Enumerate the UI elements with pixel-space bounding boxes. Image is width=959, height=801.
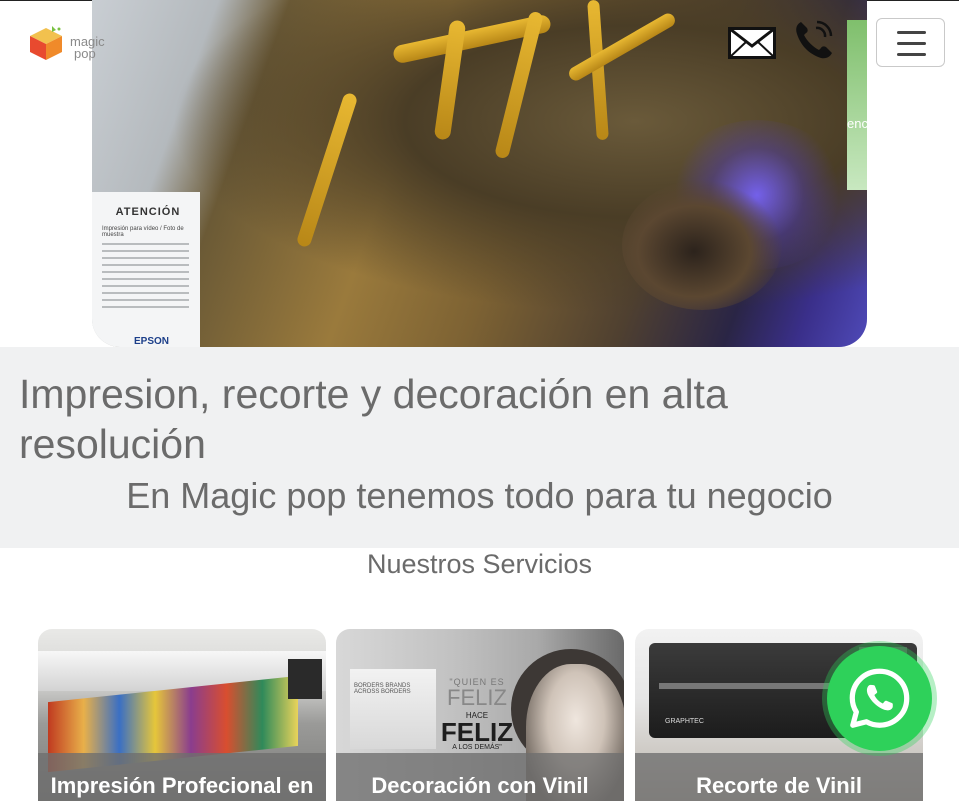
banner-text: BORDERS BRANDS ACROSS BORDERS bbox=[354, 683, 411, 695]
poster-line-4: FELIZ bbox=[440, 717, 514, 747]
cutter-brand-label: GRAPHTEC bbox=[665, 718, 704, 725]
logo-word-pop: pop bbox=[74, 46, 96, 61]
whatsapp-button[interactable] bbox=[827, 646, 932, 751]
hero-gold-drip bbox=[566, 10, 678, 84]
hamburger-menu-icon-bar bbox=[897, 53, 926, 56]
notice-title: ATENCIÓN bbox=[115, 206, 181, 218]
service-card-vinyl-decoration[interactable]: BORDERS BRANDS ACROSS BORDERS "QUIEN ES … bbox=[336, 629, 624, 801]
service-card-caption: Decoración con Vinil bbox=[336, 753, 624, 801]
page-heading: Impresion, recorte y decoración en alta … bbox=[19, 371, 728, 467]
site-logo[interactable]: magic pop bbox=[22, 18, 114, 68]
menu-toggle-button[interactable] bbox=[876, 18, 945, 67]
poster-line-2: FELIZ bbox=[447, 685, 507, 710]
monitor-image bbox=[288, 659, 322, 699]
phone-icon[interactable] bbox=[793, 18, 835, 60]
cube-logo-icon bbox=[30, 26, 62, 60]
poster-quote: "QUIEN ES FELIZ HACE FELIZ A LOS DEMÁS" bbox=[432, 677, 522, 751]
intro-band: Impresion, recorte y decoración en alta … bbox=[0, 347, 959, 548]
banner-image: BORDERS BRANDS ACROSS BORDERS bbox=[350, 669, 436, 749]
service-card-caption: Recorte de Vinil bbox=[635, 753, 923, 801]
service-card-printing[interactable]: Impresión Profecional en bbox=[38, 629, 326, 801]
hero-sign-text: encia bbox=[847, 116, 867, 131]
hamburger-menu-icon-bar bbox=[897, 42, 926, 45]
hero-background-sign bbox=[847, 20, 867, 190]
notice-brand: EPSON bbox=[134, 336, 170, 347]
notice-subtitle: Impresión para vídeo / Foto de muestra bbox=[102, 226, 184, 238]
hero-gold-drip bbox=[295, 91, 359, 249]
page-tagline: En Magic pop tenemos todo para tu negoci… bbox=[126, 475, 833, 516]
logo-wordmark: magic pop bbox=[70, 35, 105, 61]
envelope-icon[interactable] bbox=[728, 27, 776, 59]
service-card-caption: Impresión Profecional en bbox=[38, 753, 326, 801]
hero-notice-sign: ATENCIÓN Impresión para vídeo / Foto de … bbox=[92, 192, 200, 347]
whatsapp-icon bbox=[849, 668, 910, 728]
services-title: Nuestros Servicios bbox=[366, 549, 593, 579]
hamburger-menu-icon bbox=[897, 31, 926, 34]
hero-face-shadow bbox=[622, 180, 782, 310]
